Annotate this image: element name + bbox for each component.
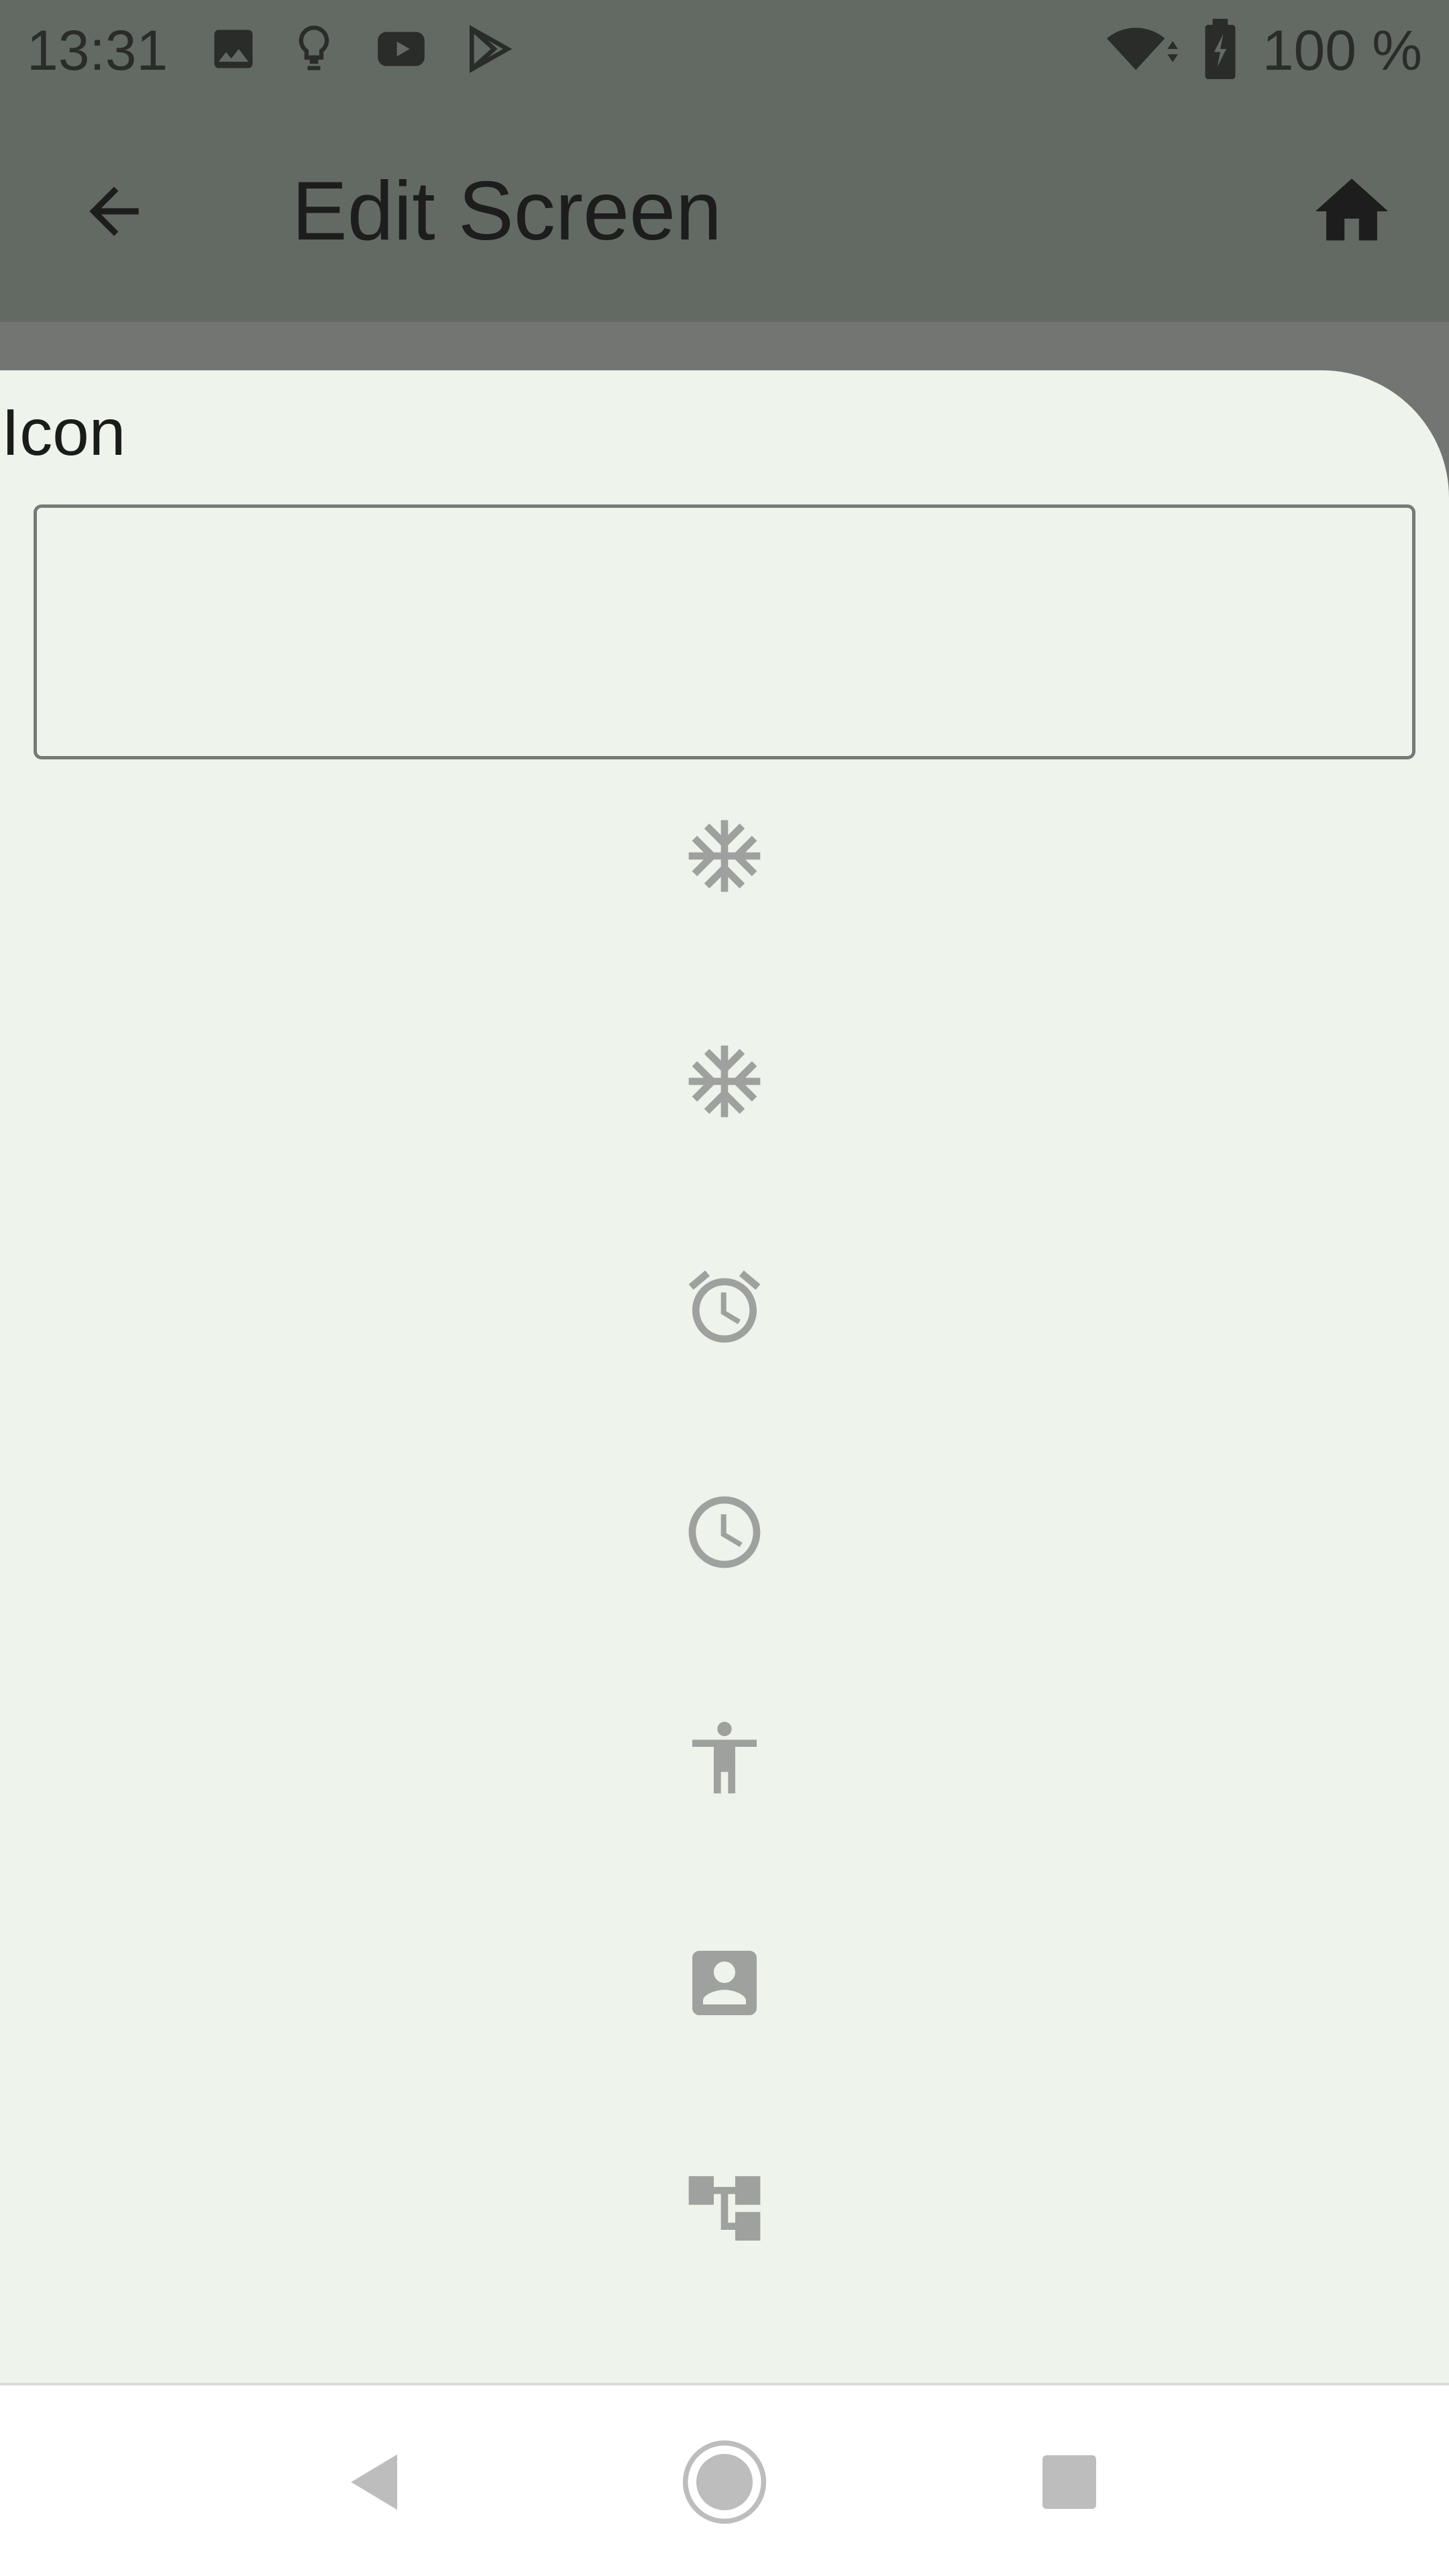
icon-picker-sheet: Icon [0,370,1449,2383]
battery-charging-icon [1202,18,1238,83]
status-time: 13:31 [27,18,168,82]
app-bar: Edit Screen [0,101,1449,322]
icon-option-account-box[interactable] [0,1940,1449,2165]
sheet-title: Icon [1,395,126,469]
image-icon [208,23,259,78]
status-notification-icons [208,20,517,81]
page-title: Edit Screen [292,165,722,258]
home-button[interactable] [1305,164,1399,258]
ac-unit-icon [688,1045,761,1118]
lightbulb-icon [288,20,339,81]
account-box-icon [692,1951,757,2015]
icon-option-ac-unit[interactable] [0,813,1449,1038]
icon-option-access-alarm[interactable] [0,1264,1449,1489]
icon-option-ac-unit[interactable] [0,1038,1449,1264]
nav-back-icon [351,2454,398,2510]
icon-option-account-tree[interactable] [0,2165,1449,2391]
nav-home-button[interactable] [624,2385,825,2576]
nav-recent-button[interactable] [969,2385,1170,2576]
ac-unit-icon [688,820,761,892]
accessibility-icon [692,1721,757,1794]
home-icon [1315,178,1389,241]
nav-back-button[interactable] [275,2385,476,2576]
nav-home-icon [682,2440,767,2524]
youtube-icon [369,23,433,78]
icon-list [0,813,1449,2391]
nav-recent-icon [1042,2455,1096,2509]
system-nav-bar [0,2383,1449,2576]
access-alarm-icon [688,1270,761,1343]
back-button[interactable] [67,164,161,258]
play-store-icon [463,22,517,79]
icon-option-access-time[interactable] [0,1489,1449,1715]
status-bar: 13:31 100 % [0,0,1449,101]
wifi-icon [1104,22,1178,79]
status-system-icons: 100 % [1104,18,1422,83]
battery-percent: 100 % [1262,18,1422,82]
icon-search-input[interactable] [34,504,1415,759]
access-time-icon [688,1496,761,1568]
arrow-back-icon [89,186,139,236]
account-tree-icon [688,2176,761,2241]
icon-option-accessibility[interactable] [0,1715,1449,1940]
